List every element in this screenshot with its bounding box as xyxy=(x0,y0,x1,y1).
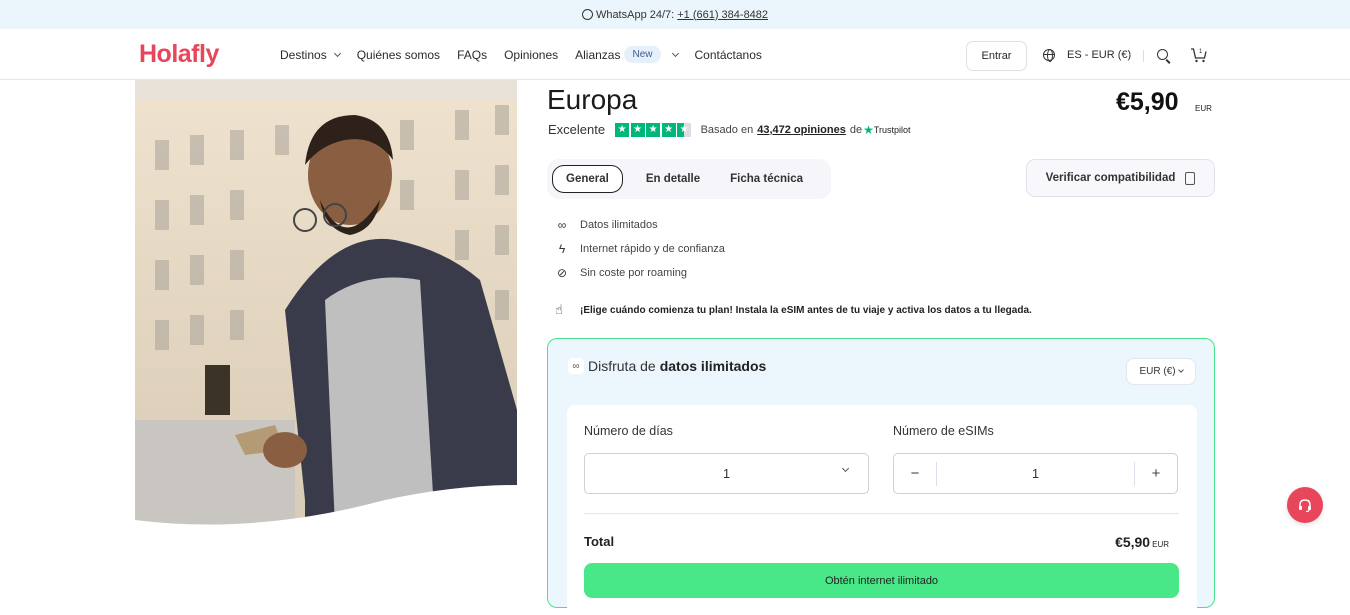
chevron-down-icon xyxy=(333,49,341,57)
product-price-currency: EUR xyxy=(1195,104,1212,113)
rating-source-prefix: de xyxy=(849,123,863,136)
chevron-down-icon xyxy=(671,49,679,57)
rating-label: Excelente xyxy=(548,122,606,137)
activation-notice: ☝ ¡Elige cuándo comienza tu plan! Instal… xyxy=(555,302,1032,318)
plan-card-heading: ∞ Disfruta de datos ilimitados xyxy=(568,358,766,374)
nav-destinos[interactable]: Destinos xyxy=(280,47,341,62)
globe-icon xyxy=(1043,48,1055,62)
nav-alianzas-label: Alianzas xyxy=(575,47,621,62)
chevron-down-icon xyxy=(841,464,850,473)
site-header: Holafly Destinos Quiénes somos FAQs Opin… xyxy=(0,29,1350,80)
product-tabs: General En detalle Ficha técnica xyxy=(547,159,831,199)
nav-alianzas[interactable]: Alianzas New xyxy=(575,46,679,63)
nav-quienes-somos-label: Quiénes somos xyxy=(356,47,441,62)
lightning-icon: ϟ xyxy=(558,242,566,256)
plan-heading-bold: datos ilimitados xyxy=(659,358,767,374)
nav-contactanos[interactable]: Contáctanos xyxy=(695,48,762,62)
nav-destinos-label: Destinos xyxy=(280,47,327,62)
total-label: Total xyxy=(584,534,615,549)
reviews-count-link[interactable]: 43,472 opiniones xyxy=(757,124,846,136)
feature-item: ∞ Datos ilimitados xyxy=(555,213,725,237)
divider xyxy=(584,513,1179,514)
phone-check-icon xyxy=(1185,171,1196,185)
cart-icon[interactable]: 1 xyxy=(1190,46,1208,64)
whatsapp-phone-link[interactable]: +1 (661) 384-8482 xyxy=(677,9,768,21)
plan-heading-prefix: Disfruta de xyxy=(588,358,656,374)
star-icon: ★ xyxy=(646,122,661,137)
trustpilot-rating: Excelente ★ ★ ★ ★ ★ Basado en 43,472 opi… xyxy=(548,122,911,137)
product-title: Europa xyxy=(547,84,638,115)
nav-opiniones-label: Opiniones xyxy=(504,47,559,62)
feature-label: Internet rápido y de confianza xyxy=(580,243,725,255)
verify-compatibility-button[interactable]: Verificar compatibilidad xyxy=(1026,159,1215,197)
login-button[interactable]: Entrar xyxy=(966,41,1027,71)
holafly-logo[interactable]: Holafly xyxy=(139,40,219,69)
total-amount: €5,90 xyxy=(1115,534,1151,550)
feature-list: ∞ Datos ilimitados ϟ Internet rápido y d… xyxy=(555,213,725,285)
new-badge: New xyxy=(624,46,661,63)
star-icon: ★ xyxy=(615,122,630,137)
chevron-down-icon xyxy=(1177,367,1184,373)
decrement-button[interactable]: − xyxy=(894,454,936,493)
tab-en-detalle[interactable]: En detalle xyxy=(633,166,713,192)
star-icon: ★ xyxy=(630,122,645,137)
plan-card: ∞ Disfruta de datos ilimitados EUR (€) N… xyxy=(547,338,1215,615)
locale-selector[interactable]: ES - EUR (€) xyxy=(1043,29,1131,80)
feature-item: ϟ Internet rápido y de confianza xyxy=(555,237,725,261)
activation-notice-text: ¡Elige cuándo comienza tu plan! Instala … xyxy=(580,304,1032,316)
cart-count: 1 xyxy=(1199,49,1203,55)
plan-config-panel: Número de días Número de eSIMs 1 − 1 + T… xyxy=(567,405,1197,615)
currency-select-value: EUR (€) xyxy=(1139,366,1176,377)
trustpilot-star-icon: ★ xyxy=(863,122,874,137)
half-star-icon: ★ xyxy=(677,122,692,137)
nav-quienes-somos[interactable]: Quiénes somos xyxy=(357,48,440,62)
feature-item: ⊘ Sin coste por roaming xyxy=(555,261,725,285)
tab-ficha-tecnica[interactable]: Ficha técnica xyxy=(717,166,816,192)
whatsapp-icon xyxy=(581,9,593,20)
days-label: Número de días xyxy=(584,424,673,438)
total-value: €5,90 EUR xyxy=(1115,534,1169,550)
nav-faqs-label: FAQs xyxy=(457,47,488,62)
search-icon[interactable] xyxy=(1157,49,1168,60)
increment-button[interactable]: + xyxy=(1135,454,1177,493)
nav-opiniones[interactable]: Opiniones xyxy=(504,48,558,62)
days-select[interactable]: 1 xyxy=(584,453,869,494)
tab-general[interactable]: General xyxy=(552,165,623,193)
nav-contactanos-label: Contáctanos xyxy=(694,47,762,62)
header-divider xyxy=(1143,50,1144,62)
total-currency: EUR xyxy=(1152,540,1169,549)
esims-stepper: − 1 + xyxy=(893,453,1178,494)
verify-compatibility-label: Verificar compatibilidad xyxy=(1045,172,1176,184)
rating-stars: ★ ★ ★ ★ ★ xyxy=(615,122,693,137)
headset-icon xyxy=(1299,499,1311,513)
star-icon: ★ xyxy=(661,122,676,137)
trustpilot-logo: Trustpilot xyxy=(873,124,911,135)
rating-based-on: Basado en xyxy=(700,123,754,136)
no-roaming-icon: ⊘ xyxy=(556,266,568,280)
hero-photo-illustration xyxy=(135,80,517,527)
esims-quantity[interactable]: 1 xyxy=(936,461,1135,486)
get-unlimited-internet-button[interactable]: Obtén internet ilimitado xyxy=(584,563,1179,598)
days-select-value: 1 xyxy=(722,466,731,481)
infinity-icon: ∞ xyxy=(568,358,584,374)
whatsapp-label: WhatsApp 24/7: xyxy=(595,8,675,21)
support-chat-button[interactable] xyxy=(1287,487,1323,523)
currency-select[interactable]: EUR (€) xyxy=(1126,358,1196,385)
nav-faqs[interactable]: FAQs xyxy=(457,48,487,62)
main-nav: Destinos Quiénes somos FAQs Opiniones Al… xyxy=(280,29,779,80)
cart-glyph: 1 xyxy=(1191,48,1207,63)
esims-label: Número de eSIMs xyxy=(893,424,994,438)
hand-pointer-icon: ☝ xyxy=(555,302,563,317)
feature-label: Datos ilimitados xyxy=(580,219,658,231)
hero-image xyxy=(135,80,517,527)
whatsapp-topbar: WhatsApp 24/7: +1 (661) 384-8482 xyxy=(0,0,1350,29)
product-price: €5,90 xyxy=(1116,88,1179,116)
feature-label: Sin coste por roaming xyxy=(580,267,687,279)
infinity-icon: ∞ xyxy=(557,218,567,232)
locale-label: ES - EUR (€) xyxy=(1067,48,1132,61)
